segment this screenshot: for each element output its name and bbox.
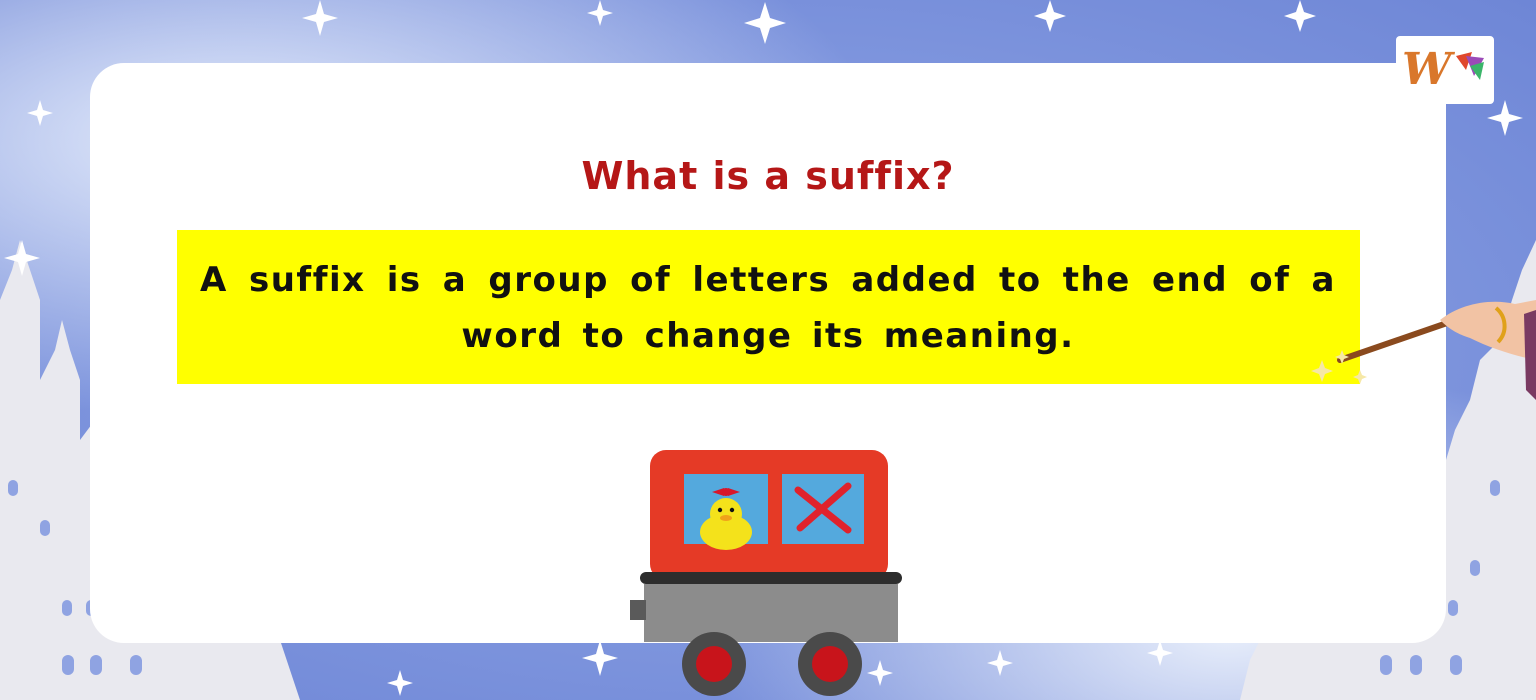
magic-wand-icon	[1311, 300, 1536, 400]
train-cart	[630, 450, 902, 696]
brand-logo: W	[1396, 36, 1494, 104]
definition-text: A suffix is a group of letters added to …	[200, 260, 1336, 356]
page-title: What is a suffix?	[581, 154, 955, 198]
logo-flag-icon	[1456, 52, 1484, 80]
logo-icon: W	[1402, 44, 1452, 95]
